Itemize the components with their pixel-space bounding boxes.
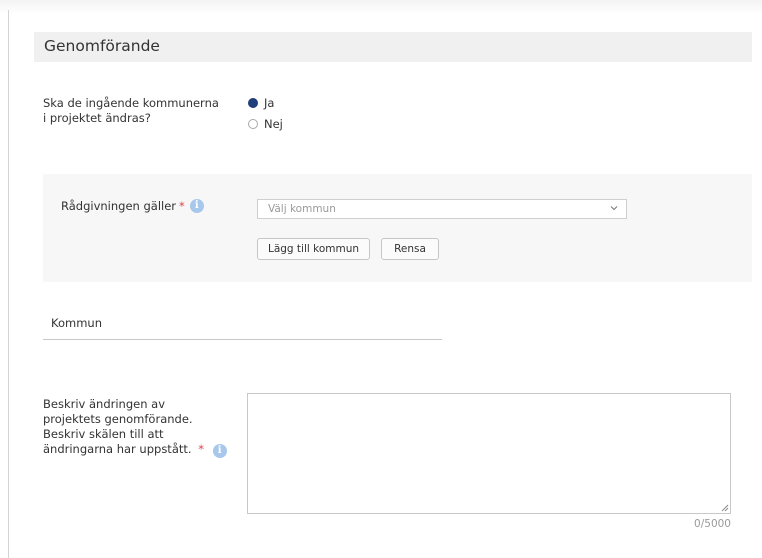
- left-border: [8, 10, 9, 558]
- question-label-line-1: Ska de ingående kommunerna: [43, 96, 219, 110]
- description-label-line-1: Beskriv ändringen av: [43, 397, 166, 411]
- radio-button-ja[interactable]: [248, 98, 258, 108]
- question-label-line-2: i projektet ändras?: [43, 111, 151, 125]
- radio-option-nej[interactable]: Nej: [248, 116, 283, 132]
- info-icon[interactable]: i: [212, 444, 227, 458]
- chevron-down-icon: [610, 206, 618, 211]
- radio-label-ja[interactable]: Ja: [264, 96, 274, 110]
- municipality-picker-panel: Rådgivningen gäller * i Välj kommun Lägg…: [43, 174, 752, 282]
- required-indicator: *: [198, 442, 204, 456]
- change-municipalities-question: Ska de ingående kommunerna i projektet ä…: [43, 96, 228, 126]
- description-label-line-3: Beskriv skälen till att: [43, 427, 164, 441]
- character-counter: 0/5000: [694, 518, 731, 530]
- advice-field-label: Rådgivningen gäller * i: [61, 199, 204, 213]
- description-label-line-4: ändringarna har uppstått. * i: [43, 442, 238, 458]
- section-title: Genomförande: [44, 37, 160, 55]
- section-header: Genomförande: [34, 32, 752, 62]
- required-indicator: *: [179, 199, 185, 213]
- kommun-column-header: Kommun: [51, 316, 102, 330]
- radio-button-nej[interactable]: [248, 119, 258, 129]
- resize-grip-icon[interactable]: [721, 504, 729, 512]
- description-field-label: Beskriv ändringen av projektets genomför…: [43, 397, 238, 458]
- radio-option-ja[interactable]: Ja: [248, 95, 274, 111]
- radio-label-nej[interactable]: Nej: [264, 117, 283, 131]
- description-label-line-4-text: ändringarna har uppstått.: [43, 442, 192, 456]
- add-municipality-button[interactable]: Lägg till kommun: [257, 238, 370, 260]
- municipality-select[interactable]: Välj kommun: [257, 199, 627, 219]
- advice-label-text: Rådgivningen gäller: [61, 199, 177, 213]
- clear-button[interactable]: Rensa: [381, 238, 439, 260]
- kommun-divider: [43, 339, 442, 340]
- description-label-line-2: projektets genomförande.: [43, 412, 193, 426]
- top-shadow: [0, 0, 762, 14]
- municipality-select-placeholder: Välj kommun: [268, 203, 336, 215]
- description-textarea[interactable]: [247, 393, 731, 514]
- info-icon[interactable]: i: [189, 199, 204, 213]
